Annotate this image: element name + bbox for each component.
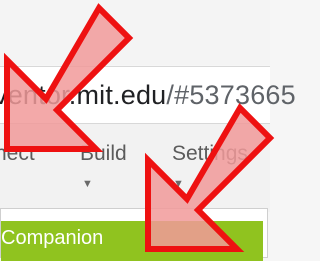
annotation-arrow-lower [145, 103, 275, 252]
arrow-lower-shape [145, 103, 275, 252]
